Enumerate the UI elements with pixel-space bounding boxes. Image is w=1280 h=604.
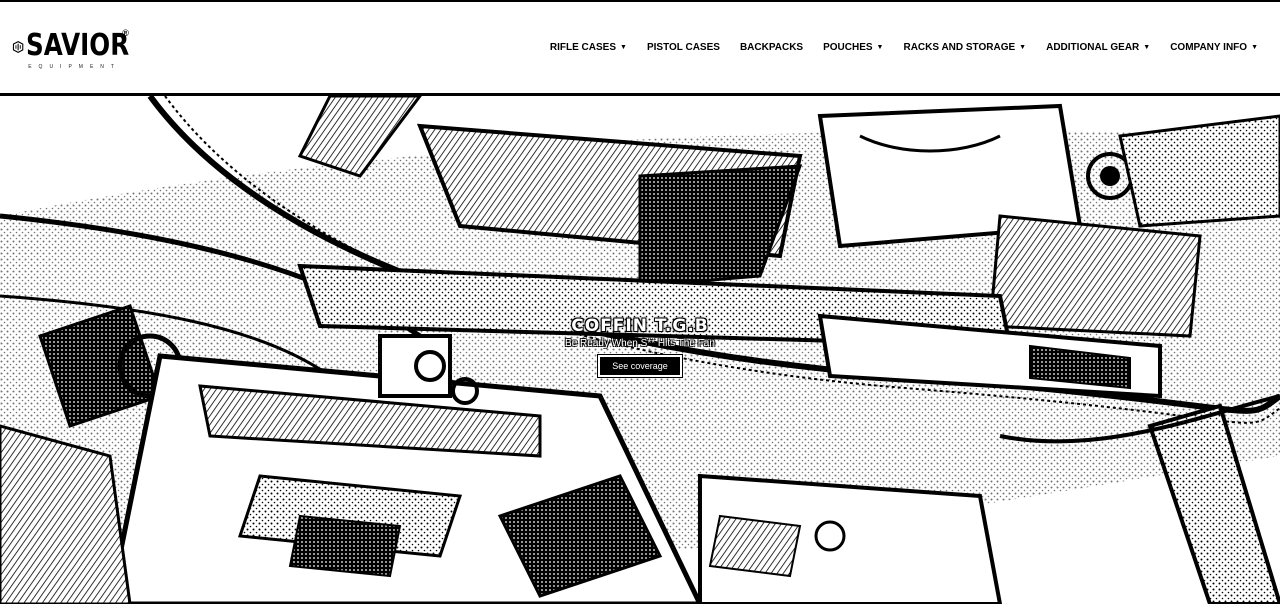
nav-item-additional-gear[interactable]: ADDITIONAL GEAR ▼ (1046, 42, 1150, 53)
caret-down-icon: ▼ (1251, 44, 1258, 51)
nav-item-pistol-cases[interactable]: PISTOL CASES (647, 42, 720, 53)
nav-item-label: POUCHES (823, 42, 873, 53)
savior-shield-icon (12, 40, 24, 54)
see-coverage-button[interactable]: See coverage (597, 354, 683, 378)
nav-item-label: RIFLE CASES (549, 42, 617, 53)
brand-tagline: EQUIPMENT (28, 64, 121, 70)
hero-caption: COFFIN T.G.B Be Ready When S** Hits The … (0, 316, 1280, 378)
caret-down-icon: ▼ (1019, 44, 1027, 51)
nav-item-label: ADDITIONAL GEAR (1046, 42, 1140, 53)
nav-item-label: PISTOL CASES (646, 42, 720, 53)
hero-subtitle: Be Ready When S** Hits The Fan (565, 338, 715, 349)
nav-item-backpacks[interactable]: BACKPACKS (740, 42, 803, 53)
brand-logo[interactable]: SAVIOR ® EQUIPMENT (12, 28, 152, 70)
nav-item-pouches[interactable]: POUCHES ▼ (823, 42, 883, 53)
caret-down-icon: ▼ (620, 44, 627, 51)
nav-item-company-info[interactable]: COMPANY INFO ▼ (1170, 42, 1258, 53)
brand-name: SAVIOR (26, 28, 130, 63)
caret-down-icon: ▼ (876, 44, 884, 51)
nav-item-rifle-cases[interactable]: RIFLE CASES ▼ (550, 42, 627, 53)
hero-title: COFFIN T.G.B (571, 316, 709, 336)
site-header: SAVIOR ® EQUIPMENT RIFLE CASES ▼ PISTOL CA… (0, 0, 1280, 96)
nav-item-racks-and-storage[interactable]: RACKS AND STORAGE ▼ (903, 42, 1026, 53)
nav-item-label: COMPANY INFO (1170, 42, 1248, 53)
registered-mark: ® (122, 28, 129, 38)
nav-item-label: BACKPACKS (739, 42, 804, 53)
hero-banner: COFFIN T.G.B Be Ready When S** Hits The … (0, 96, 1280, 604)
brand-wordmark: SAVIOR ® EQUIPMENT (26, 28, 152, 70)
nav-item-label: RACKS AND STORAGE (903, 42, 1016, 53)
main-nav: RIFLE CASES ▼ PISTOL CASES BACKPACKS POUCHES… (550, 42, 1258, 53)
caret-down-icon: ▼ (1143, 44, 1151, 51)
